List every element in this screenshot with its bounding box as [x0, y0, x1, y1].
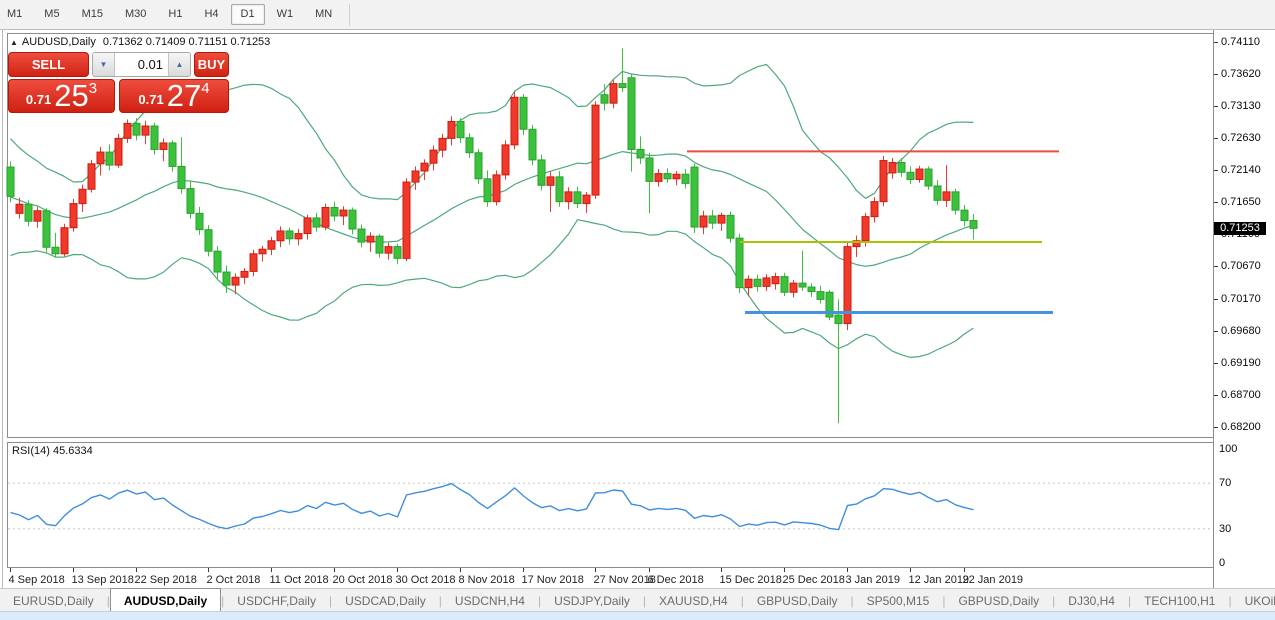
timeframe-button-M30[interactable]: M30	[115, 4, 156, 25]
mt4-terminal-window: M1M5M15M30H1H4D1W1MN ▲AUDUSD,Daily0.7136…	[0, 0, 1275, 620]
current-price-tag: 0.71253	[1214, 222, 1266, 235]
price-tick	[1214, 331, 1218, 332]
rsi-level-label: 70	[1219, 477, 1231, 489]
price-tick-label: 0.74110	[1221, 36, 1260, 48]
chart-tab-AUDUSD-Daily[interactable]: AUDUSD,Daily	[110, 588, 221, 612]
date-label: 15 Dec 2018	[720, 574, 782, 586]
price-tick-label: 0.68200	[1221, 421, 1261, 433]
price-tick	[1214, 170, 1218, 171]
price-tick	[1214, 266, 1218, 267]
price-tick	[1214, 363, 1218, 364]
sell-button[interactable]: SELL	[8, 52, 89, 77]
chart-tab-GBPUSD-Daily[interactable]: GBPUSD,Daily	[744, 589, 851, 612]
chart-tab-USDJPY-Daily[interactable]: USDJPY,Daily	[541, 589, 643, 612]
chart-tab-USDCHF-Daily[interactable]: USDCHF,Daily	[224, 589, 329, 612]
one-click-trading-panel: SELL ▼ 0.01 ▲ BUY 0.71 25 3 0.71 27 4	[8, 52, 229, 113]
rsi-level-label: 0	[1219, 557, 1225, 569]
chart-tabs-bar: EURUSD,Daily|AUDUSD,Daily|USDCHF,Daily|U…	[0, 588, 1275, 612]
buy-price-button[interactable]: 0.71 27 4	[119, 79, 229, 113]
price-tick-label: 0.72630	[1221, 132, 1261, 144]
rsi-level-label: 30	[1219, 523, 1231, 535]
date-label: 4 Sep 2018	[9, 574, 65, 586]
price-axis[interactable]: 0.71253 0.74110 0.73620 0.73130 0.72630 0.72…	[1214, 30, 1275, 588]
timeframe-button-M15[interactable]: M15	[72, 4, 113, 25]
chart-tab-SP500-M15[interactable]: SP500,M15	[854, 589, 943, 612]
chart-ohlc-values: 0.71362 0.71409 0.71151 0.71253	[103, 36, 270, 48]
sell-price-pips: 25	[54, 83, 88, 109]
sell-price-prefix: 0.71	[26, 92, 51, 107]
chart-tab-EURUSD-Daily[interactable]: EURUSD,Daily	[0, 589, 107, 612]
price-tick	[1214, 74, 1218, 75]
status-strip	[0, 611, 1275, 620]
price-tick	[1214, 395, 1218, 396]
date-label: 30 Oct 2018	[396, 574, 456, 586]
timeframe-button-H1[interactable]: H1	[158, 4, 192, 25]
timeframe-button-D1[interactable]: D1	[231, 4, 265, 25]
price-tick	[1214, 138, 1218, 139]
price-tick	[1214, 106, 1218, 107]
chart-title: ▲ AUDUSD,Daily 0.71362 0.71409 0.71151 0.7…	[10, 36, 270, 48]
chart-expand-icon[interactable]: ▲	[10, 38, 18, 47]
chart-tab-GBPUSD-Daily[interactable]: GBPUSD,Daily	[945, 589, 1052, 612]
price-tick	[1214, 427, 1218, 428]
volume-decrease-button[interactable]: ▼	[93, 53, 115, 76]
price-tick-label: 0.73620	[1221, 68, 1261, 80]
toolbar-separator	[349, 4, 350, 26]
date-label: 17 Nov 2018	[522, 574, 584, 586]
date-label: 8 Nov 2018	[459, 574, 515, 586]
price-tick-label: 0.73130	[1221, 100, 1261, 112]
price-tick	[1214, 202, 1218, 203]
price-tick-label: 0.70670	[1221, 260, 1261, 272]
price-tick-label: 0.71650	[1221, 196, 1261, 208]
chart-tab-DJ30-H4[interactable]: DJ30,H4	[1055, 589, 1128, 612]
date-label: 20 Oct 2018	[333, 574, 393, 586]
date-label: 2 Oct 2018	[207, 574, 261, 586]
timeframe-button-M5[interactable]: M5	[34, 4, 69, 25]
date-label: 13 Sep 2018	[72, 574, 134, 586]
timeframe-button-W1[interactable]: W1	[267, 4, 304, 25]
date-label: 6 Dec 2018	[648, 574, 704, 586]
date-label: 3 Jan 2019	[846, 574, 900, 586]
buy-button[interactable]: BUY	[194, 52, 229, 77]
price-tick	[1214, 42, 1218, 43]
price-tick-label: 0.69190	[1221, 357, 1261, 369]
buy-price-prefix: 0.71	[138, 92, 163, 107]
date-label: 25 Dec 2018	[783, 574, 845, 586]
price-tick	[1214, 299, 1218, 300]
date-label: 22 Sep 2018	[135, 574, 197, 586]
timeframe-toolbar: M1M5M15M30H1H4D1W1MN	[0, 0, 1275, 30]
rsi-indicator-label: RSI(14) 45.6334	[12, 445, 93, 457]
sell-price-point: 3	[89, 81, 97, 96]
buy-price-point: 4	[201, 81, 209, 96]
volume-increase-button[interactable]: ▲	[168, 53, 190, 76]
volume-stepper: ▼ 0.01 ▲	[92, 52, 191, 77]
chart-tab-XAUUSD-H4[interactable]: XAUUSD,H4	[646, 589, 741, 612]
buy-price-pips: 27	[167, 83, 201, 109]
sell-price-button[interactable]: 0.71 25 3	[8, 79, 115, 113]
chart-tab-USDCAD-Daily[interactable]: USDCAD,Daily	[332, 589, 439, 612]
date-label: 11 Oct 2018	[270, 574, 329, 586]
price-tick-label: 0.69680	[1221, 325, 1261, 337]
date-label: 22 Jan 2019	[963, 574, 1024, 586]
date-label: 12 Jan 2019	[909, 574, 970, 586]
time-axis[interactable]: 4 Sep 2018 13 Sep 201822 Sep 2018 2 Oct 20…	[0, 574, 1213, 588]
rsi-level-label: 100	[1219, 443, 1237, 455]
price-tick-label: 0.72140	[1221, 164, 1261, 176]
timeframe-button-M1[interactable]: M1	[0, 4, 32, 25]
price-tick-label: 0.68700	[1221, 389, 1261, 401]
timeframe-button-MN[interactable]: MN	[305, 4, 342, 25]
chart-tab-UKOil-H1[interactable]: UKOil,H1	[1232, 589, 1275, 612]
volume-field[interactable]: 0.01	[115, 53, 168, 76]
chart-symbol-label: AUDUSD,Daily	[22, 36, 96, 48]
chart-tab-USDCNH-H4[interactable]: USDCNH,H4	[442, 589, 538, 612]
timeframe-button-H4[interactable]: H4	[194, 4, 228, 25]
chart-tab-TECH100-H1[interactable]: TECH100,H1	[1131, 589, 1228, 612]
price-tick-label: 0.70170	[1221, 293, 1261, 305]
